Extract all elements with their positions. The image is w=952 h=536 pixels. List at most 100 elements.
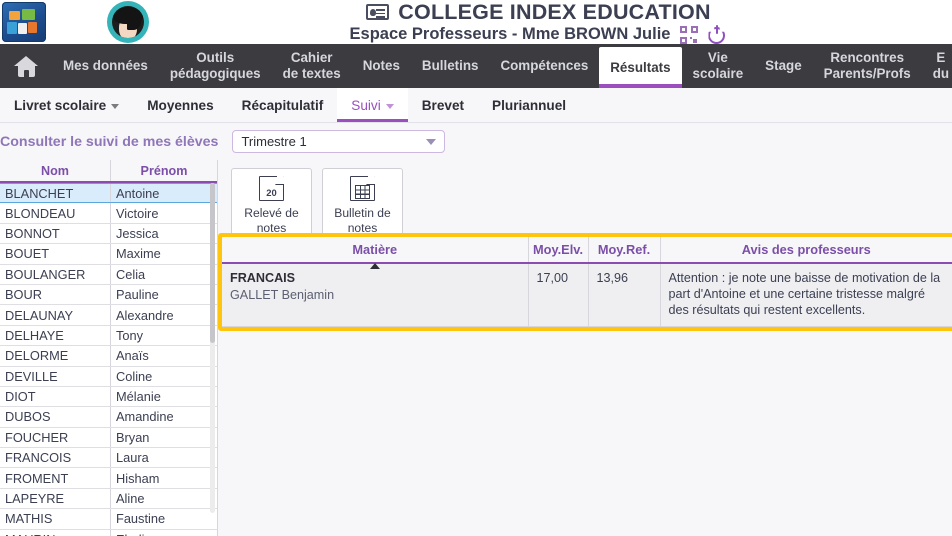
student-nom: BOUET bbox=[0, 244, 111, 264]
student-row[interactable]: BONNOT Jessica bbox=[0, 223, 217, 245]
student-row[interactable]: DELORME Anaïs bbox=[0, 346, 217, 367]
column-header-moy-ref[interactable]: Moy.Ref. bbox=[588, 237, 661, 264]
student-nom: BLONDEAU bbox=[0, 203, 111, 223]
student-prenom: Laura bbox=[116, 450, 149, 466]
student-row[interactable]: LAPEYRE Aline bbox=[0, 488, 217, 510]
user-avatar[interactable] bbox=[105, 1, 151, 43]
student-prenom: Alexandre bbox=[116, 307, 174, 323]
student-row[interactable]: FRANCOIS Laura bbox=[0, 448, 217, 469]
qr-code-icon[interactable] bbox=[680, 25, 699, 44]
subnav-recapitulatif[interactable]: Récapitulatif bbox=[228, 88, 338, 122]
index-education-logo bbox=[2, 2, 46, 42]
grade-badge: 20 bbox=[266, 187, 277, 198]
sort-ascending-icon bbox=[369, 263, 380, 269]
student-nom: MATHIS bbox=[0, 509, 111, 529]
student-row[interactable]: DELHAYE Tony bbox=[0, 325, 217, 347]
nav-tab-resultats[interactable]: Résultats bbox=[599, 47, 682, 88]
student-prenom: Jessica bbox=[116, 225, 159, 241]
content-area: Nom Prénom BLANCHET Antoine BLONDEAU Victoi… bbox=[0, 160, 952, 536]
column-header-moy-elv[interactable]: Moy.Elv. bbox=[528, 237, 589, 264]
results-table-body: FRANCAIS GALLET Benjamin 17,00 13,96 Attenti… bbox=[222, 263, 952, 328]
student-row[interactable]: FOUCHER Bryan bbox=[0, 427, 217, 449]
sub-navigation: Livret scolaire Moyennes Récapitulatif S… bbox=[0, 88, 952, 123]
student-nom: FOUCHER bbox=[0, 427, 111, 448]
avis-text: Attention : je note une baisse de motiva… bbox=[660, 263, 952, 328]
student-row[interactable]: BLANCHET Antoine bbox=[0, 183, 217, 204]
nav-tab-cahier-de-textes[interactable]: Cahier de textes bbox=[272, 44, 352, 88]
subnav-label: Livret scolaire bbox=[14, 97, 107, 113]
student-prenom: Antoine bbox=[116, 185, 160, 201]
student-nom: FRANCOIS bbox=[0, 448, 111, 468]
student-prenom: Bryan bbox=[116, 429, 150, 445]
student-row[interactable]: BLONDEAU Victoire bbox=[0, 203, 217, 224]
student-prenom: Pauline bbox=[116, 287, 159, 303]
student-nom: DIOT bbox=[0, 386, 111, 407]
results-table: Matière Moy.Elv. Moy.Ref. Avis des profe… bbox=[222, 237, 952, 328]
results-table-highlight: Matière Moy.Elv. Moy.Ref. Avis des profe… bbox=[218, 233, 952, 332]
student-row[interactable]: BOUR Pauline bbox=[0, 284, 217, 306]
subnav-label: Suivi bbox=[351, 97, 381, 113]
nav-tab-emploi-du-temps[interactable]: E du bbox=[922, 44, 952, 88]
chevron-down-icon bbox=[385, 103, 394, 109]
student-row[interactable]: DEVILLE Coline bbox=[0, 366, 217, 387]
student-list-rows: BLANCHET Antoine BLONDEAU Victoire BONNOT Jes… bbox=[0, 183, 217, 536]
student-prenom: Coline bbox=[116, 368, 153, 384]
results-subject-cell: FRANCAIS GALLET Benjamin bbox=[222, 263, 529, 328]
column-header-matiere[interactable]: Matière bbox=[222, 237, 529, 269]
subnav-suivi[interactable]: Suivi bbox=[337, 88, 409, 122]
student-nom: DELAUNAY bbox=[0, 305, 111, 325]
nav-tab-competences[interactable]: Compétences bbox=[489, 44, 599, 88]
student-nom: DUBOS bbox=[0, 407, 111, 427]
bulletin-de-notes-button[interactable]: Bulletin de notes bbox=[322, 168, 403, 236]
period-select[interactable]: Trimestre 1 bbox=[232, 130, 446, 153]
student-row[interactable]: MAURINElodie bbox=[0, 529, 217, 536]
nav-tab-stage[interactable]: Stage bbox=[754, 44, 812, 88]
nav-tab-notes[interactable]: Notes bbox=[352, 44, 411, 88]
moy-ref-value: 13,96 bbox=[588, 263, 661, 328]
student-nom: BOULANGER bbox=[0, 264, 111, 284]
header-title-block: COLLEGE INDEX EDUCATION Espace Professeu… bbox=[151, 0, 952, 45]
nav-home-button[interactable] bbox=[0, 44, 52, 88]
nav-tab-bulletins[interactable]: Bulletins bbox=[411, 44, 490, 88]
column-header-label: Matière bbox=[352, 242, 398, 257]
id-card-icon bbox=[366, 4, 390, 20]
student-nom: BOUR bbox=[0, 284, 111, 305]
subnav-pluriannuel[interactable]: Pluriannuel bbox=[478, 88, 580, 122]
student-row[interactable]: BOULANGER Celia bbox=[0, 264, 217, 285]
subnav-livret-scolaire[interactable]: Livret scolaire bbox=[0, 88, 133, 122]
results-row[interactable]: FRANCAIS GALLET Benjamin 17,00 13,96 Attenti… bbox=[222, 263, 952, 328]
student-row[interactable]: FROMENT Hisham bbox=[0, 468, 217, 489]
column-header-avis[interactable]: Avis des professeurs bbox=[660, 237, 952, 264]
nav-tab-outils-pedagogiques[interactable]: Outils pédagogiques bbox=[159, 44, 272, 88]
releve-de-notes-label: Relevé de notes bbox=[244, 206, 299, 235]
student-list-scrollbar[interactable] bbox=[210, 183, 215, 513]
main-navigation: Mes données Outils pédagogiques Cahier d… bbox=[0, 44, 952, 88]
bulletin-de-notes-label: Bulletin de notes bbox=[334, 206, 391, 235]
chevron-down-icon bbox=[111, 103, 120, 109]
releve-de-notes-button[interactable]: 20 Relevé de notes bbox=[231, 168, 312, 236]
filter-bar: Consulter le suivi de mes élèves Trimest… bbox=[0, 123, 952, 160]
student-nom: FROMENT bbox=[0, 468, 111, 488]
student-row[interactable]: MATHIS Faustine bbox=[0, 509, 217, 530]
column-header-prenom[interactable]: Prénom bbox=[111, 160, 217, 181]
student-prenom: Tony bbox=[116, 327, 144, 343]
student-row[interactable]: DUBOS Amandine bbox=[0, 407, 217, 428]
tool-buttons: 20 Relevé de notes Bulletin de notes bbox=[218, 160, 952, 236]
student-prenom: Aline bbox=[116, 491, 145, 507]
student-row[interactable]: DIOT Mélanie bbox=[0, 386, 217, 408]
student-row[interactable]: BOUET Maxime bbox=[0, 244, 217, 265]
home-icon bbox=[14, 55, 38, 77]
document-grade-icon: 20 bbox=[259, 175, 285, 202]
teacher-name: GALLET Benjamin bbox=[230, 288, 335, 303]
nav-tab-mes-donnees[interactable]: Mes données bbox=[52, 44, 159, 88]
subnav-brevet[interactable]: Brevet bbox=[408, 88, 478, 122]
student-prenom: Maxime bbox=[116, 246, 161, 262]
student-row[interactable]: DELAUNAY Alexandre bbox=[0, 305, 217, 326]
student-list-panel: Nom Prénom BLANCHET Antoine BLONDEAU Victoi… bbox=[0, 160, 218, 536]
nav-tab-vie-scolaire[interactable]: Vie scolaire bbox=[682, 44, 755, 88]
subnav-moyennes[interactable]: Moyennes bbox=[133, 88, 227, 122]
nav-tab-rencontres-parents-profs[interactable]: Rencontres Parents/Profs bbox=[813, 44, 922, 88]
page-title: COLLEGE INDEX EDUCATION bbox=[398, 0, 711, 24]
power-off-icon[interactable] bbox=[708, 25, 727, 45]
column-header-nom[interactable]: Nom bbox=[0, 160, 111, 181]
